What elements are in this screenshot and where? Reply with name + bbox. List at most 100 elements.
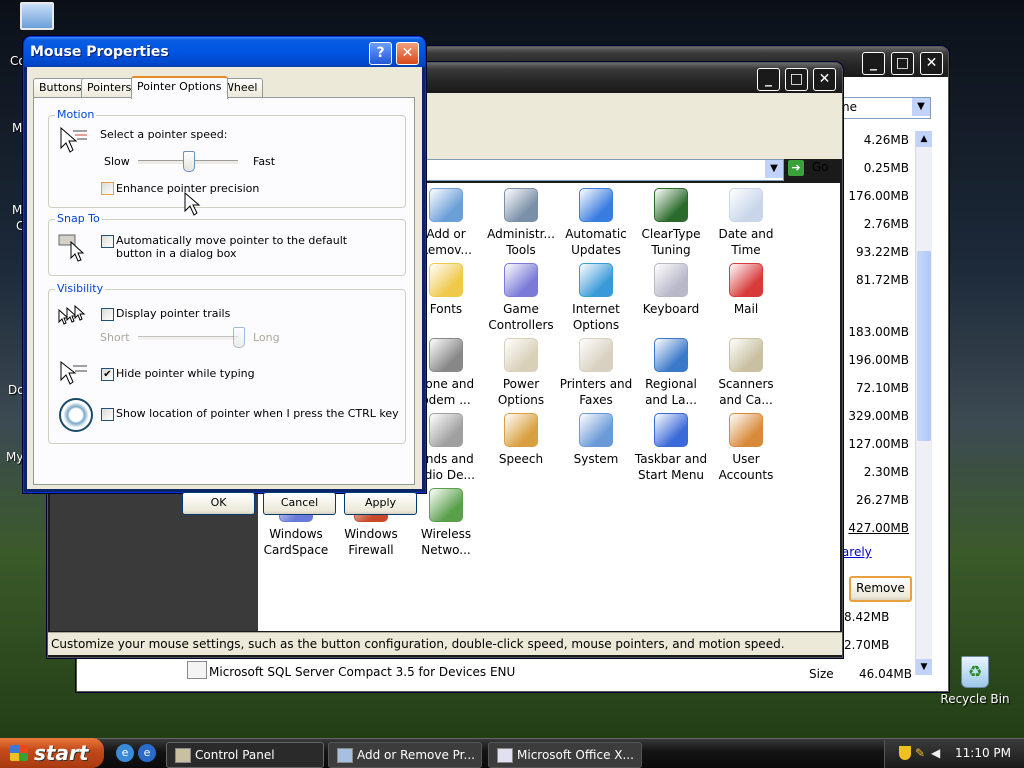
wireless-network-icon bbox=[429, 488, 463, 522]
automatic-updates-icon bbox=[579, 188, 613, 222]
address-bar[interactable]: ▼ bbox=[418, 159, 784, 181]
control-panel-item-label: Keyboard bbox=[642, 302, 700, 316]
go-button[interactable]: ➔ Go bbox=[788, 160, 834, 180]
control-panel-item-label: Regional and La... bbox=[645, 377, 697, 407]
scroll-up-icon[interactable]: ▲ bbox=[916, 131, 932, 147]
security-shield-icon[interactable] bbox=[899, 746, 911, 760]
sounds-audio-icon bbox=[429, 413, 463, 447]
internet-options-icon bbox=[579, 263, 613, 297]
pointer-speed-thumb[interactable] bbox=[183, 151, 195, 172]
scrollbar[interactable]: ▲ ▼ bbox=[915, 131, 932, 675]
pointer-speed-icon bbox=[57, 126, 89, 156]
add-remove-programs-icon bbox=[429, 188, 463, 222]
desktop-icon-label[interactable]: M bbox=[12, 203, 22, 217]
control-panel-item[interactable]: Scanners and Ca... bbox=[708, 338, 784, 408]
cleartype-icon bbox=[654, 188, 688, 222]
motion-group: Motion Select a pointer speed: Slow Fast… bbox=[48, 108, 406, 208]
tab-pointer-options[interactable]: Pointer Options bbox=[131, 76, 228, 99]
ctrl-locate-label[interactable]: Show location of pointer when I press th… bbox=[116, 407, 399, 420]
control-panel-item-label: Date and Time bbox=[718, 227, 774, 257]
network-icon[interactable]: ✎ bbox=[915, 746, 925, 760]
ok-button[interactable]: OK bbox=[182, 492, 255, 515]
speed-slow-label: Slow bbox=[104, 155, 130, 168]
checkmark-icon: ✔ bbox=[103, 369, 112, 380]
apply-button[interactable]: Apply bbox=[344, 492, 417, 515]
taskbar-button-add-remove[interactable]: Add or Remove Pr... bbox=[328, 742, 482, 768]
pointer-trails-thumb[interactable] bbox=[233, 327, 245, 348]
snap-to-checkbox[interactable] bbox=[101, 235, 114, 248]
keyboard-icon bbox=[654, 263, 688, 297]
chevron-down-icon[interactable]: ▼ bbox=[765, 160, 783, 178]
help-button[interactable]: ? bbox=[369, 42, 392, 65]
game-controllers-icon bbox=[504, 263, 538, 297]
pointer-trails-label[interactable]: Display pointer trails bbox=[116, 307, 230, 320]
chevron-down-icon[interactable]: ▼ bbox=[912, 98, 930, 116]
mouse-properties-dialog[interactable]: Mouse Properties ? ✕ Buttons Pointers Po… bbox=[23, 36, 426, 515]
pointer-trails-slider[interactable] bbox=[138, 336, 238, 341]
maximize-button[interactable]: □ bbox=[891, 52, 914, 75]
control-panel-item-label: Power Options bbox=[497, 377, 545, 407]
taskbar-button-office[interactable]: Microsoft Office X... bbox=[488, 742, 642, 768]
control-panel-item[interactable]: Automatic Updates bbox=[558, 188, 634, 258]
control-panel-item[interactable]: Administr... Tools bbox=[483, 188, 559, 258]
cancel-button[interactable]: Cancel bbox=[263, 492, 336, 515]
search-input-value[interactable]: ne bbox=[842, 100, 857, 114]
clock: 11:10 PM bbox=[955, 746, 1011, 760]
control-panel-item[interactable]: System bbox=[558, 413, 634, 467]
scroll-down-icon[interactable]: ▼ bbox=[916, 659, 932, 675]
control-panel-item[interactable]: Wireless Netwo... bbox=[408, 488, 484, 558]
control-panel-item-label: System bbox=[573, 452, 619, 466]
desktop-icon-label[interactable]: M bbox=[12, 121, 22, 135]
control-panel-item[interactable]: Printers and Faxes bbox=[558, 338, 634, 408]
control-panel-item-label: Mail bbox=[733, 302, 759, 316]
control-panel-item[interactable]: ClearType Tuning bbox=[633, 188, 709, 258]
tab-pointers[interactable]: Pointers bbox=[81, 78, 138, 97]
close-button[interactable]: ✕ bbox=[920, 52, 943, 75]
control-panel-item[interactable]: Date and Time bbox=[708, 188, 784, 258]
remove-button[interactable]: Remove bbox=[849, 576, 912, 602]
size-label: Size bbox=[809, 667, 834, 681]
desktop-icon-recycle-bin[interactable]: ♻ Recycle Bin bbox=[940, 656, 1010, 712]
internet-explorer-icon[interactable]: e bbox=[138, 744, 156, 762]
speed-fast-label: Fast bbox=[253, 155, 276, 168]
minimize-button[interactable]: _ bbox=[757, 68, 780, 91]
program-name[interactable]: Microsoft SQL Server Compact 3.5 for Dev… bbox=[209, 665, 515, 679]
snap-to-label[interactable]: Automatically move pointer to the defaul… bbox=[116, 234, 376, 260]
visibility-group-label: Visibility bbox=[55, 282, 106, 295]
close-button[interactable]: ✕ bbox=[396, 42, 419, 65]
scroll-thumb[interactable] bbox=[917, 251, 931, 441]
desktop-icon-label[interactable]: My bbox=[6, 450, 23, 464]
control-panel-item[interactable]: Power Options bbox=[483, 338, 559, 408]
close-button[interactable]: ✕ bbox=[813, 68, 836, 91]
windows-logo-icon bbox=[10, 745, 28, 761]
hide-pointer-label[interactable]: Hide pointer while typing bbox=[116, 367, 255, 380]
taskbar-button-control-panel[interactable]: Control Panel bbox=[166, 742, 324, 768]
control-panel-item-label: Wireless Netwo... bbox=[420, 527, 472, 557]
control-panel-item[interactable]: Regional and La... bbox=[633, 338, 709, 408]
mouse-cursor-icon bbox=[184, 191, 204, 218]
phone-modem-icon bbox=[429, 338, 463, 372]
start-button[interactable]: start bbox=[0, 738, 104, 768]
tab-buttons[interactable]: Buttons bbox=[33, 78, 88, 97]
date-time-icon bbox=[729, 188, 763, 222]
control-panel-item[interactable]: User Accounts bbox=[708, 413, 784, 483]
ctrl-locate-checkbox[interactable] bbox=[101, 408, 114, 421]
taskbar-button-label: Add or Remove Pr... bbox=[357, 748, 475, 762]
control-panel-item[interactable]: Speech bbox=[483, 413, 559, 467]
pointer-trails-checkbox[interactable] bbox=[101, 308, 114, 321]
control-panel-item[interactable]: Internet Options bbox=[558, 263, 634, 333]
hide-pointer-checkbox[interactable]: ✔ bbox=[101, 368, 114, 381]
internet-explorer-icon[interactable]: e bbox=[116, 744, 134, 762]
minimize-button[interactable]: _ bbox=[862, 52, 885, 75]
volume-icon[interactable]: ◀ bbox=[931, 746, 940, 760]
desktop-icon-my-computer[interactable] bbox=[20, 2, 56, 36]
control-panel-item[interactable]: Game Controllers bbox=[483, 263, 559, 333]
scanners-cameras-icon bbox=[729, 338, 763, 372]
my-computer-icon bbox=[20, 2, 54, 30]
control-panel-item[interactable]: Keyboard bbox=[633, 263, 709, 317]
enhance-precision-checkbox[interactable] bbox=[101, 182, 114, 195]
dialog-titlebar[interactable]: Mouse Properties bbox=[24, 37, 425, 67]
control-panel-item[interactable]: Mail bbox=[708, 263, 784, 317]
control-panel-item[interactable]: Taskbar and Start Menu bbox=[633, 413, 709, 483]
maximize-button[interactable]: □ bbox=[785, 68, 808, 91]
